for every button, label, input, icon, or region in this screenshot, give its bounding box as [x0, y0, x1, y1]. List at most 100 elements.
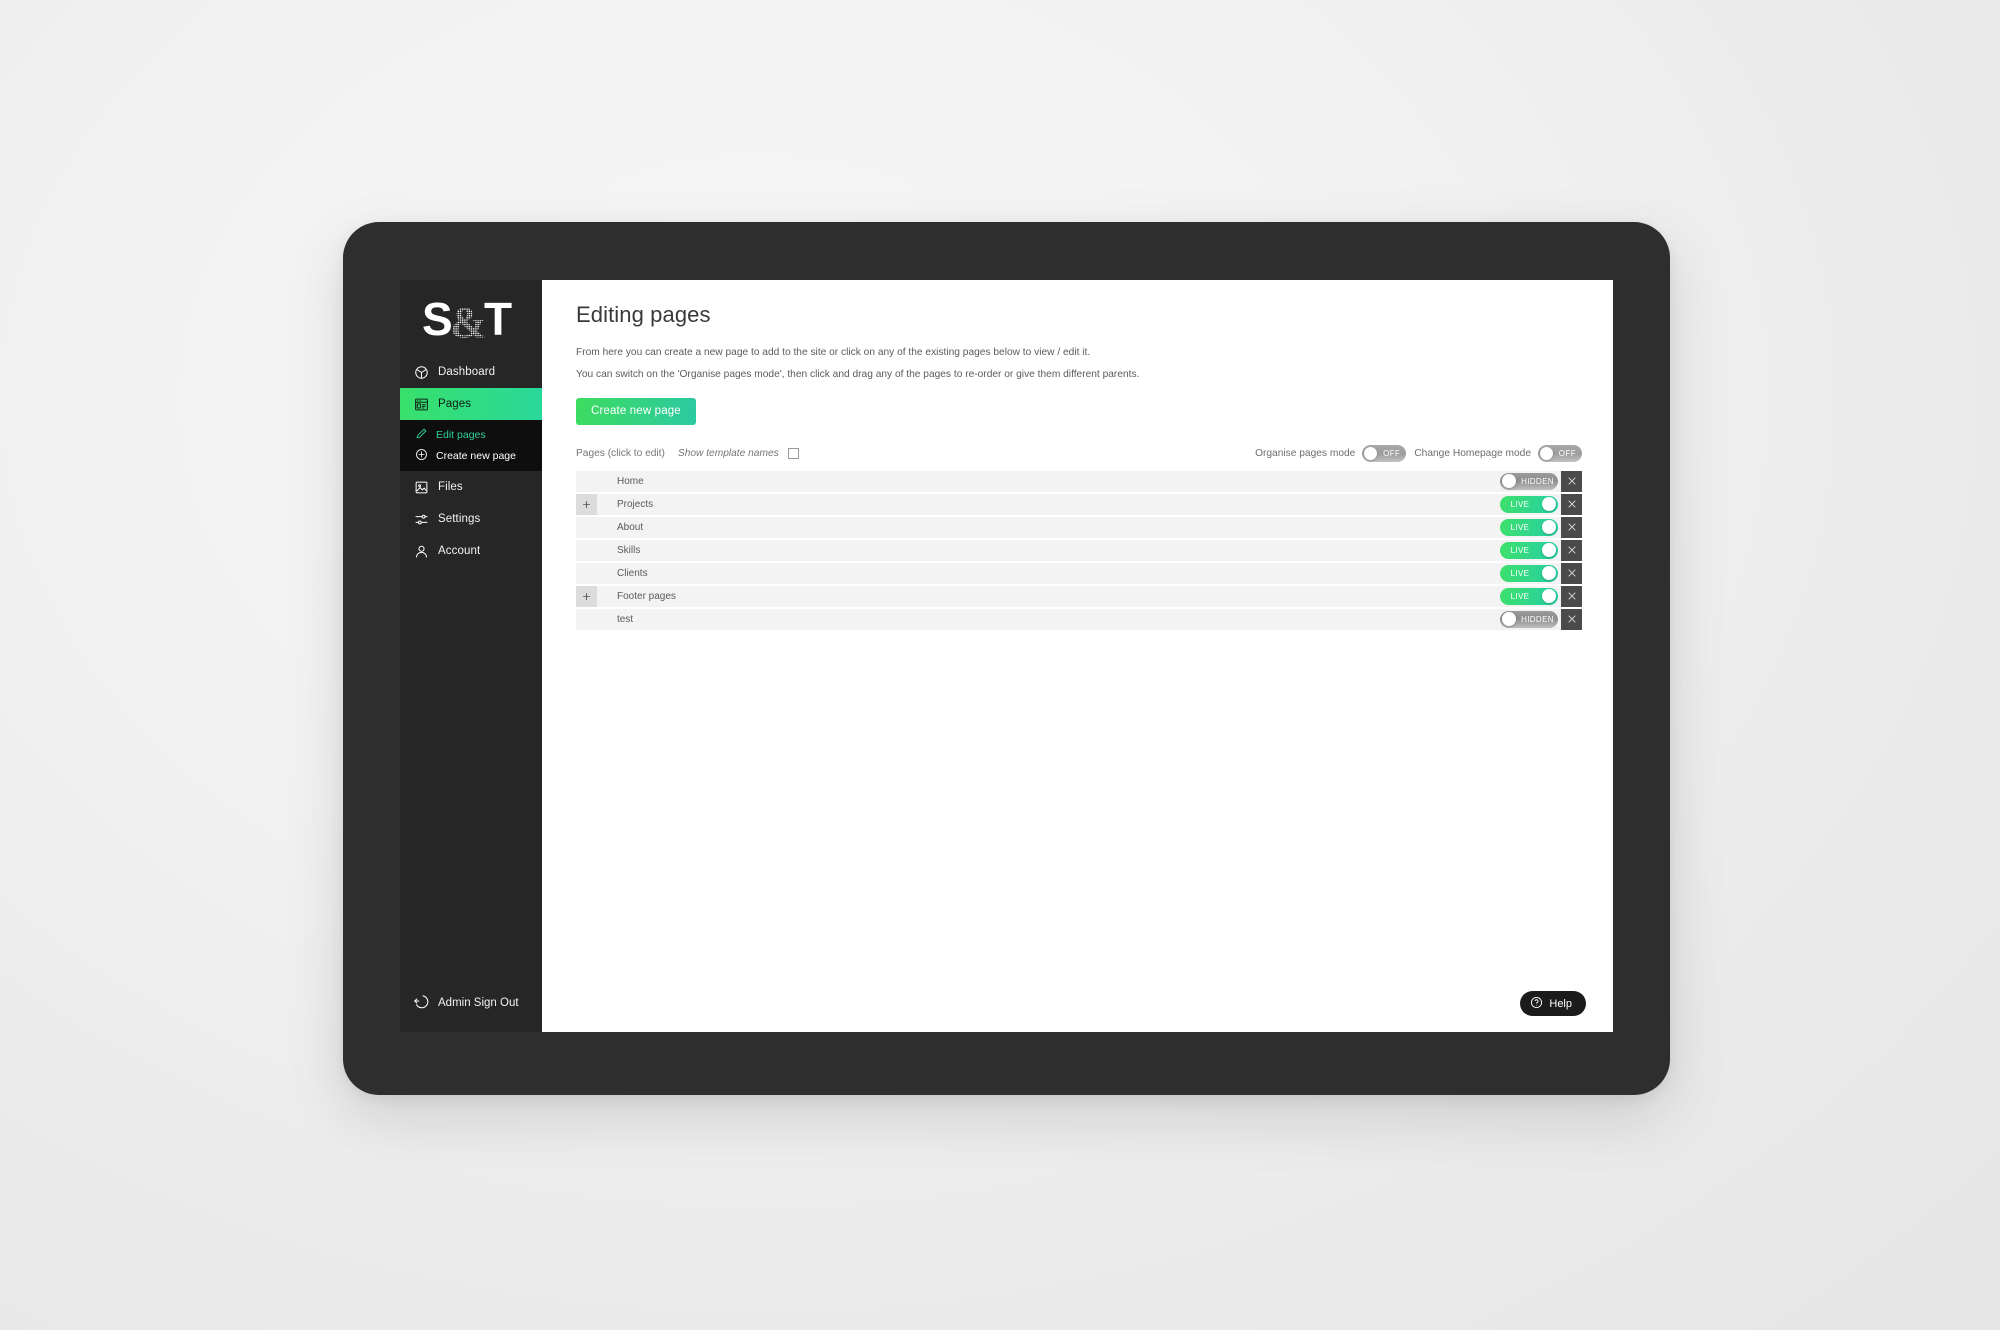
organise-pages-mode-toggle[interactable]: OFF [1362, 445, 1407, 463]
page-row[interactable]: Clients LIVE [576, 562, 1582, 584]
sign-out-icon [413, 993, 429, 1012]
submenu-item-label: Create new page [436, 449, 516, 462]
delete-page-button[interactable] [1561, 516, 1582, 538]
page-row[interactable]: Home HIDDEN [576, 470, 1582, 492]
page-row-controls: LIVE [1500, 516, 1582, 538]
sidebar-item-dashboard[interactable]: Dashboard [400, 356, 542, 388]
account-icon [413, 543, 429, 559]
page-row-controls: LIVE [1500, 585, 1582, 607]
toggle-state-label: LIVE [1510, 522, 1530, 532]
sidebar-item-settings[interactable]: Settings [400, 503, 542, 535]
page-name: Skills [617, 544, 641, 556]
toggle-knob [1542, 589, 1556, 604]
delete-page-button[interactable] [1561, 608, 1582, 630]
show-template-names-label: Show template names [677, 448, 779, 460]
pages-icon [413, 396, 429, 412]
description-line-1: From here you can create a new page to a… [576, 347, 1091, 358]
toggle-state-label: OFF [1558, 449, 1576, 459]
toggle-knob [1542, 520, 1556, 535]
toggle-state-label: LIVE [1510, 568, 1530, 578]
submenu-item-edit-pages[interactable]: Edit pages [400, 424, 542, 445]
page-name: Projects [617, 498, 654, 510]
sidebar-item-label: Pages [438, 398, 472, 410]
brand-logo[interactable]: S T & [400, 280, 542, 356]
page-row[interactable]: Projects LIVE [576, 493, 1582, 515]
page-row-controls: LIVE [1500, 562, 1582, 584]
toggle-state-label: LIVE [1510, 545, 1530, 555]
admin-sign-out-button[interactable]: Admin Sign Out [400, 993, 519, 1012]
toggle-knob [1502, 612, 1516, 627]
sidebar-item-account[interactable]: Account [400, 535, 542, 567]
svg-text:&: & [450, 298, 487, 343]
page-row[interactable]: About LIVE [576, 516, 1582, 538]
toggle-knob [1542, 497, 1556, 512]
page-visibility-toggle[interactable]: LIVE [1500, 518, 1558, 536]
toggle-knob [1364, 447, 1378, 461]
delete-page-button[interactable] [1561, 493, 1582, 515]
pencil-icon [415, 427, 428, 443]
toggle-state-label: HIDDEN [1521, 476, 1554, 486]
page-row[interactable]: test HIDDEN [576, 608, 1582, 630]
help-label: Help [1549, 997, 1572, 1010]
page-visibility-toggle[interactable]: HIDDEN [1500, 610, 1558, 628]
page-visibility-toggle[interactable]: LIVE [1500, 587, 1558, 605]
page-visibility-toggle[interactable]: LIVE [1500, 541, 1558, 559]
help-button[interactable]: Help [1520, 991, 1586, 1016]
files-icon [413, 479, 429, 495]
page-name: About [617, 521, 644, 533]
page-row-controls: LIVE [1500, 493, 1582, 515]
description-line-2: You can switch on the 'Organise pages mo… [576, 368, 1140, 380]
toggle-state-label: HIDDEN [1521, 614, 1554, 624]
svg-text:T: T [484, 297, 512, 343]
mode-toggles: Organise pages mode OFF Change Homepage … [1255, 445, 1582, 463]
expand-children-icon[interactable] [576, 493, 597, 515]
toggle-knob [1540, 447, 1553, 461]
submenu-item-label: Edit pages [436, 428, 486, 441]
page-row-controls: HIDDEN [1500, 608, 1582, 630]
page-name: Clients [617, 567, 648, 579]
tablet-screen: S T & Dashboard Pages Edit pages Create … [400, 280, 1613, 1032]
page-name: Home [617, 475, 644, 487]
page-row[interactable]: Footer pages LIVE [576, 585, 1582, 607]
main-content: Editing pages From here you can create a… [542, 280, 1613, 1032]
toggle-state-label: OFF [1383, 449, 1401, 459]
page-visibility-toggle[interactable]: LIVE [1500, 495, 1558, 513]
sidebar-item-label: Files [438, 481, 463, 493]
toggle-knob [1502, 474, 1516, 489]
delete-page-button[interactable] [1561, 539, 1582, 561]
sign-out-label: Admin Sign Out [438, 996, 519, 1009]
page-row[interactable]: Skills LIVE [576, 539, 1582, 561]
toggle-state-label: LIVE [1510, 499, 1530, 509]
sidebar-item-files[interactable]: Files [400, 471, 542, 503]
sidebar-item-label: Dashboard [438, 366, 496, 378]
sidebar: S T & Dashboard Pages Edit pages Create … [400, 280, 542, 1032]
pages-list-header: Pages (click to edit) Show template name… [576, 444, 1582, 464]
delete-page-button[interactable] [1561, 562, 1582, 584]
toggle-knob [1542, 543, 1556, 558]
pages-submenu: Edit pages Create new page [400, 420, 542, 471]
settings-icon [413, 511, 429, 527]
plus-circle-icon [415, 448, 428, 464]
page-visibility-toggle[interactable]: LIVE [1500, 564, 1558, 582]
pages-list: Home HIDDEN Projects LIVE About LIVE Skills LIV… [576, 470, 1582, 630]
change-homepage-mode-group: Change Homepage mode OFF [1414, 445, 1582, 463]
page-visibility-toggle[interactable]: HIDDEN [1500, 472, 1558, 490]
change-homepage-mode-label: Change Homepage mode [1414, 448, 1531, 460]
sidebar-item-label: Account [438, 545, 481, 557]
show-template-names-checkbox[interactable] [787, 448, 799, 460]
pages-list-label: Pages (click to edit) [576, 448, 665, 460]
question-mark-icon [1530, 996, 1543, 1012]
delete-page-button[interactable] [1561, 470, 1582, 492]
create-new-page-button[interactable]: Create new page [576, 397, 696, 425]
delete-page-button[interactable] [1561, 585, 1582, 607]
page-name: test [617, 613, 634, 625]
expand-children-icon[interactable] [576, 585, 597, 607]
sidebar-item-label: Settings [438, 513, 481, 525]
dashboard-icon [413, 364, 429, 380]
page-title: Editing pages [576, 302, 711, 327]
page-row-controls: HIDDEN [1500, 470, 1582, 492]
sidebar-item-pages[interactable]: Pages [400, 388, 542, 420]
change-homepage-mode-toggle[interactable]: OFF [1538, 445, 1582, 463]
submenu-item-create-new-page[interactable]: Create new page [400, 445, 542, 466]
page-name: Footer pages [617, 590, 676, 602]
